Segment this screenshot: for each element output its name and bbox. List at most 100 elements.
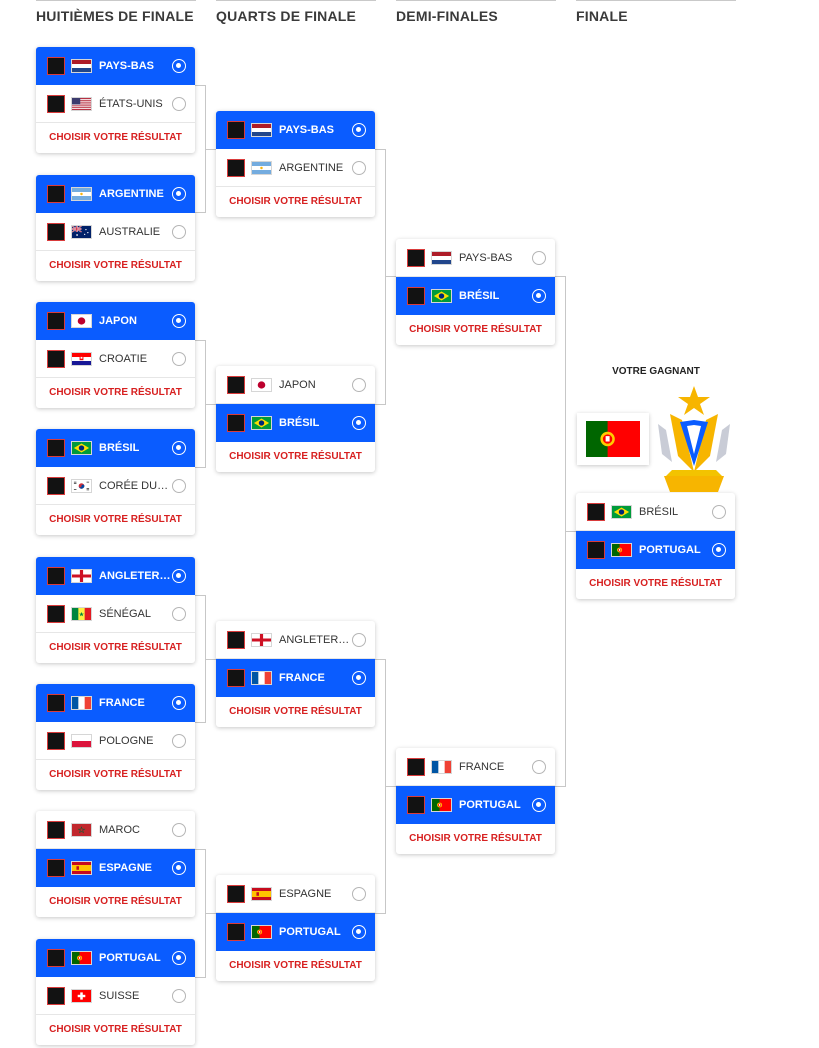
team-row-argentine[interactable]: ARGENTINE (216, 149, 375, 187)
team-checkbox[interactable] (227, 631, 245, 649)
team-row-bresil[interactable]: BRÉSIL (36, 429, 195, 467)
choose-result-link[interactable]: CHOISIR VOTRE RÉSULTAT (216, 697, 375, 727)
team-radio[interactable] (172, 861, 186, 875)
team-radio[interactable] (172, 441, 186, 455)
team-row-angleterre[interactable]: ANGLETERRE (216, 621, 375, 659)
team-checkbox[interactable] (227, 376, 245, 394)
team-radio[interactable] (172, 696, 186, 710)
team-row-pologne[interactable]: POLOGNE (36, 722, 195, 760)
team-radio[interactable] (172, 607, 186, 621)
team-radio[interactable] (172, 59, 186, 73)
team-row-bresil[interactable]: BRÉSIL (576, 493, 735, 531)
team-checkbox[interactable] (47, 477, 65, 495)
team-checkbox[interactable] (47, 95, 65, 113)
team-radio[interactable] (352, 671, 366, 685)
team-row-japon[interactable]: JAPON (216, 366, 375, 404)
team-checkbox[interactable] (227, 923, 245, 941)
team-checkbox[interactable] (47, 567, 65, 585)
team-checkbox[interactable] (227, 121, 245, 139)
team-checkbox[interactable] (407, 758, 425, 776)
team-radio[interactable] (172, 989, 186, 1003)
team-row-angleterre[interactable]: ANGLETERRE (36, 557, 195, 595)
team-checkbox[interactable] (407, 796, 425, 814)
team-checkbox[interactable] (407, 249, 425, 267)
team-row-bresil[interactable]: BRÉSIL (396, 277, 555, 315)
team-checkbox[interactable] (47, 312, 65, 330)
choose-result-link[interactable]: CHOISIR VOTRE RÉSULTAT (216, 187, 375, 217)
team-radio[interactable] (172, 187, 186, 201)
choose-result-link[interactable]: CHOISIR VOTRE RÉSULTAT (36, 1015, 195, 1045)
team-checkbox[interactable] (47, 57, 65, 75)
team-radio[interactable] (532, 289, 546, 303)
team-row-portugal[interactable]: PORTUGAL (396, 786, 555, 824)
team-checkbox[interactable] (227, 414, 245, 432)
choose-result-link[interactable]: CHOISIR VOTRE RÉSULTAT (36, 123, 195, 153)
team-row-bresil[interactable]: BRÉSIL (216, 404, 375, 442)
team-radio[interactable] (172, 352, 186, 366)
team-checkbox[interactable] (227, 885, 245, 903)
team-checkbox[interactable] (47, 605, 65, 623)
team-checkbox[interactable] (47, 732, 65, 750)
team-checkbox[interactable] (47, 694, 65, 712)
team-row-croatie[interactable]: CROATIE (36, 340, 195, 378)
team-row-pays-bas[interactable]: PAYS-BAS (396, 239, 555, 277)
choose-result-link[interactable]: CHOISIR VOTRE RÉSULTAT (36, 760, 195, 790)
choose-result-link[interactable]: CHOISIR VOTRE RÉSULTAT (36, 633, 195, 663)
team-row-pays-bas[interactable]: PAYS-BAS (216, 111, 375, 149)
choose-result-link[interactable]: CHOISIR VOTRE RÉSULTAT (36, 505, 195, 535)
team-row-australie[interactable]: AUSTRALIE (36, 213, 195, 251)
team-radio[interactable] (172, 314, 186, 328)
team-radio[interactable] (352, 925, 366, 939)
team-radio[interactable] (172, 951, 186, 965)
team-checkbox[interactable] (227, 159, 245, 177)
team-checkbox[interactable] (47, 185, 65, 203)
choose-result-link[interactable]: CHOISIR VOTRE RÉSULTAT (36, 251, 195, 281)
team-row-espagne[interactable]: ESPAGNE (216, 875, 375, 913)
team-checkbox[interactable] (47, 821, 65, 839)
team-checkbox[interactable] (587, 541, 605, 559)
team-radio[interactable] (712, 505, 726, 519)
team-row-portugal[interactable]: PORTUGAL (36, 939, 195, 977)
team-row-maroc[interactable]: MAROC (36, 811, 195, 849)
team-radio[interactable] (172, 823, 186, 837)
team-radio[interactable] (352, 887, 366, 901)
choose-result-link[interactable]: CHOISIR VOTRE RÉSULTAT (36, 887, 195, 917)
team-radio[interactable] (172, 97, 186, 111)
choose-result-link[interactable]: CHOISIR VOTRE RÉSULTAT (216, 442, 375, 472)
team-radio[interactable] (352, 123, 366, 137)
team-row-argentine[interactable]: ARGENTINE (36, 175, 195, 213)
team-row-espagne[interactable]: ESPAGNE (36, 849, 195, 887)
team-row-portugal[interactable]: PORTUGAL (216, 913, 375, 951)
choose-result-link[interactable]: CHOISIR VOTRE RÉSULTAT (216, 951, 375, 981)
team-checkbox[interactable] (47, 859, 65, 877)
team-row-japon[interactable]: JAPON (36, 302, 195, 340)
team-radio[interactable] (172, 225, 186, 239)
team-checkbox[interactable] (407, 287, 425, 305)
team-row-suisse[interactable]: SUISSE (36, 977, 195, 1015)
team-radio[interactable] (712, 543, 726, 557)
team-checkbox[interactable] (587, 503, 605, 521)
team-radio[interactable] (352, 416, 366, 430)
choose-result-link[interactable]: CHOISIR VOTRE RÉSULTAT (36, 378, 195, 408)
team-radio[interactable] (352, 633, 366, 647)
team-radio[interactable] (172, 479, 186, 493)
team-radio[interactable] (532, 798, 546, 812)
team-radio[interactable] (532, 251, 546, 265)
team-checkbox[interactable] (47, 223, 65, 241)
team-checkbox[interactable] (47, 987, 65, 1005)
team-radio[interactable] (532, 760, 546, 774)
choose-result-link[interactable]: CHOISIR VOTRE RÉSULTAT (396, 824, 555, 854)
team-checkbox[interactable] (47, 350, 65, 368)
team-row-france[interactable]: FRANCE (216, 659, 375, 697)
team-radio[interactable] (352, 378, 366, 392)
team-row-france[interactable]: FRANCE (396, 748, 555, 786)
team-row-portugal[interactable]: PORTUGAL (576, 531, 735, 569)
team-radio[interactable] (352, 161, 366, 175)
team-radio[interactable] (172, 734, 186, 748)
choose-result-link[interactable]: CHOISIR VOTRE RÉSULTAT (576, 569, 735, 599)
team-checkbox[interactable] (47, 439, 65, 457)
team-row-etats-unis[interactable]: ÉTATS-UNIS (36, 85, 195, 123)
team-checkbox[interactable] (47, 949, 65, 967)
team-row-france[interactable]: FRANCE (36, 684, 195, 722)
team-row-coree-du-sud[interactable]: CORÉE DU SUD (36, 467, 195, 505)
